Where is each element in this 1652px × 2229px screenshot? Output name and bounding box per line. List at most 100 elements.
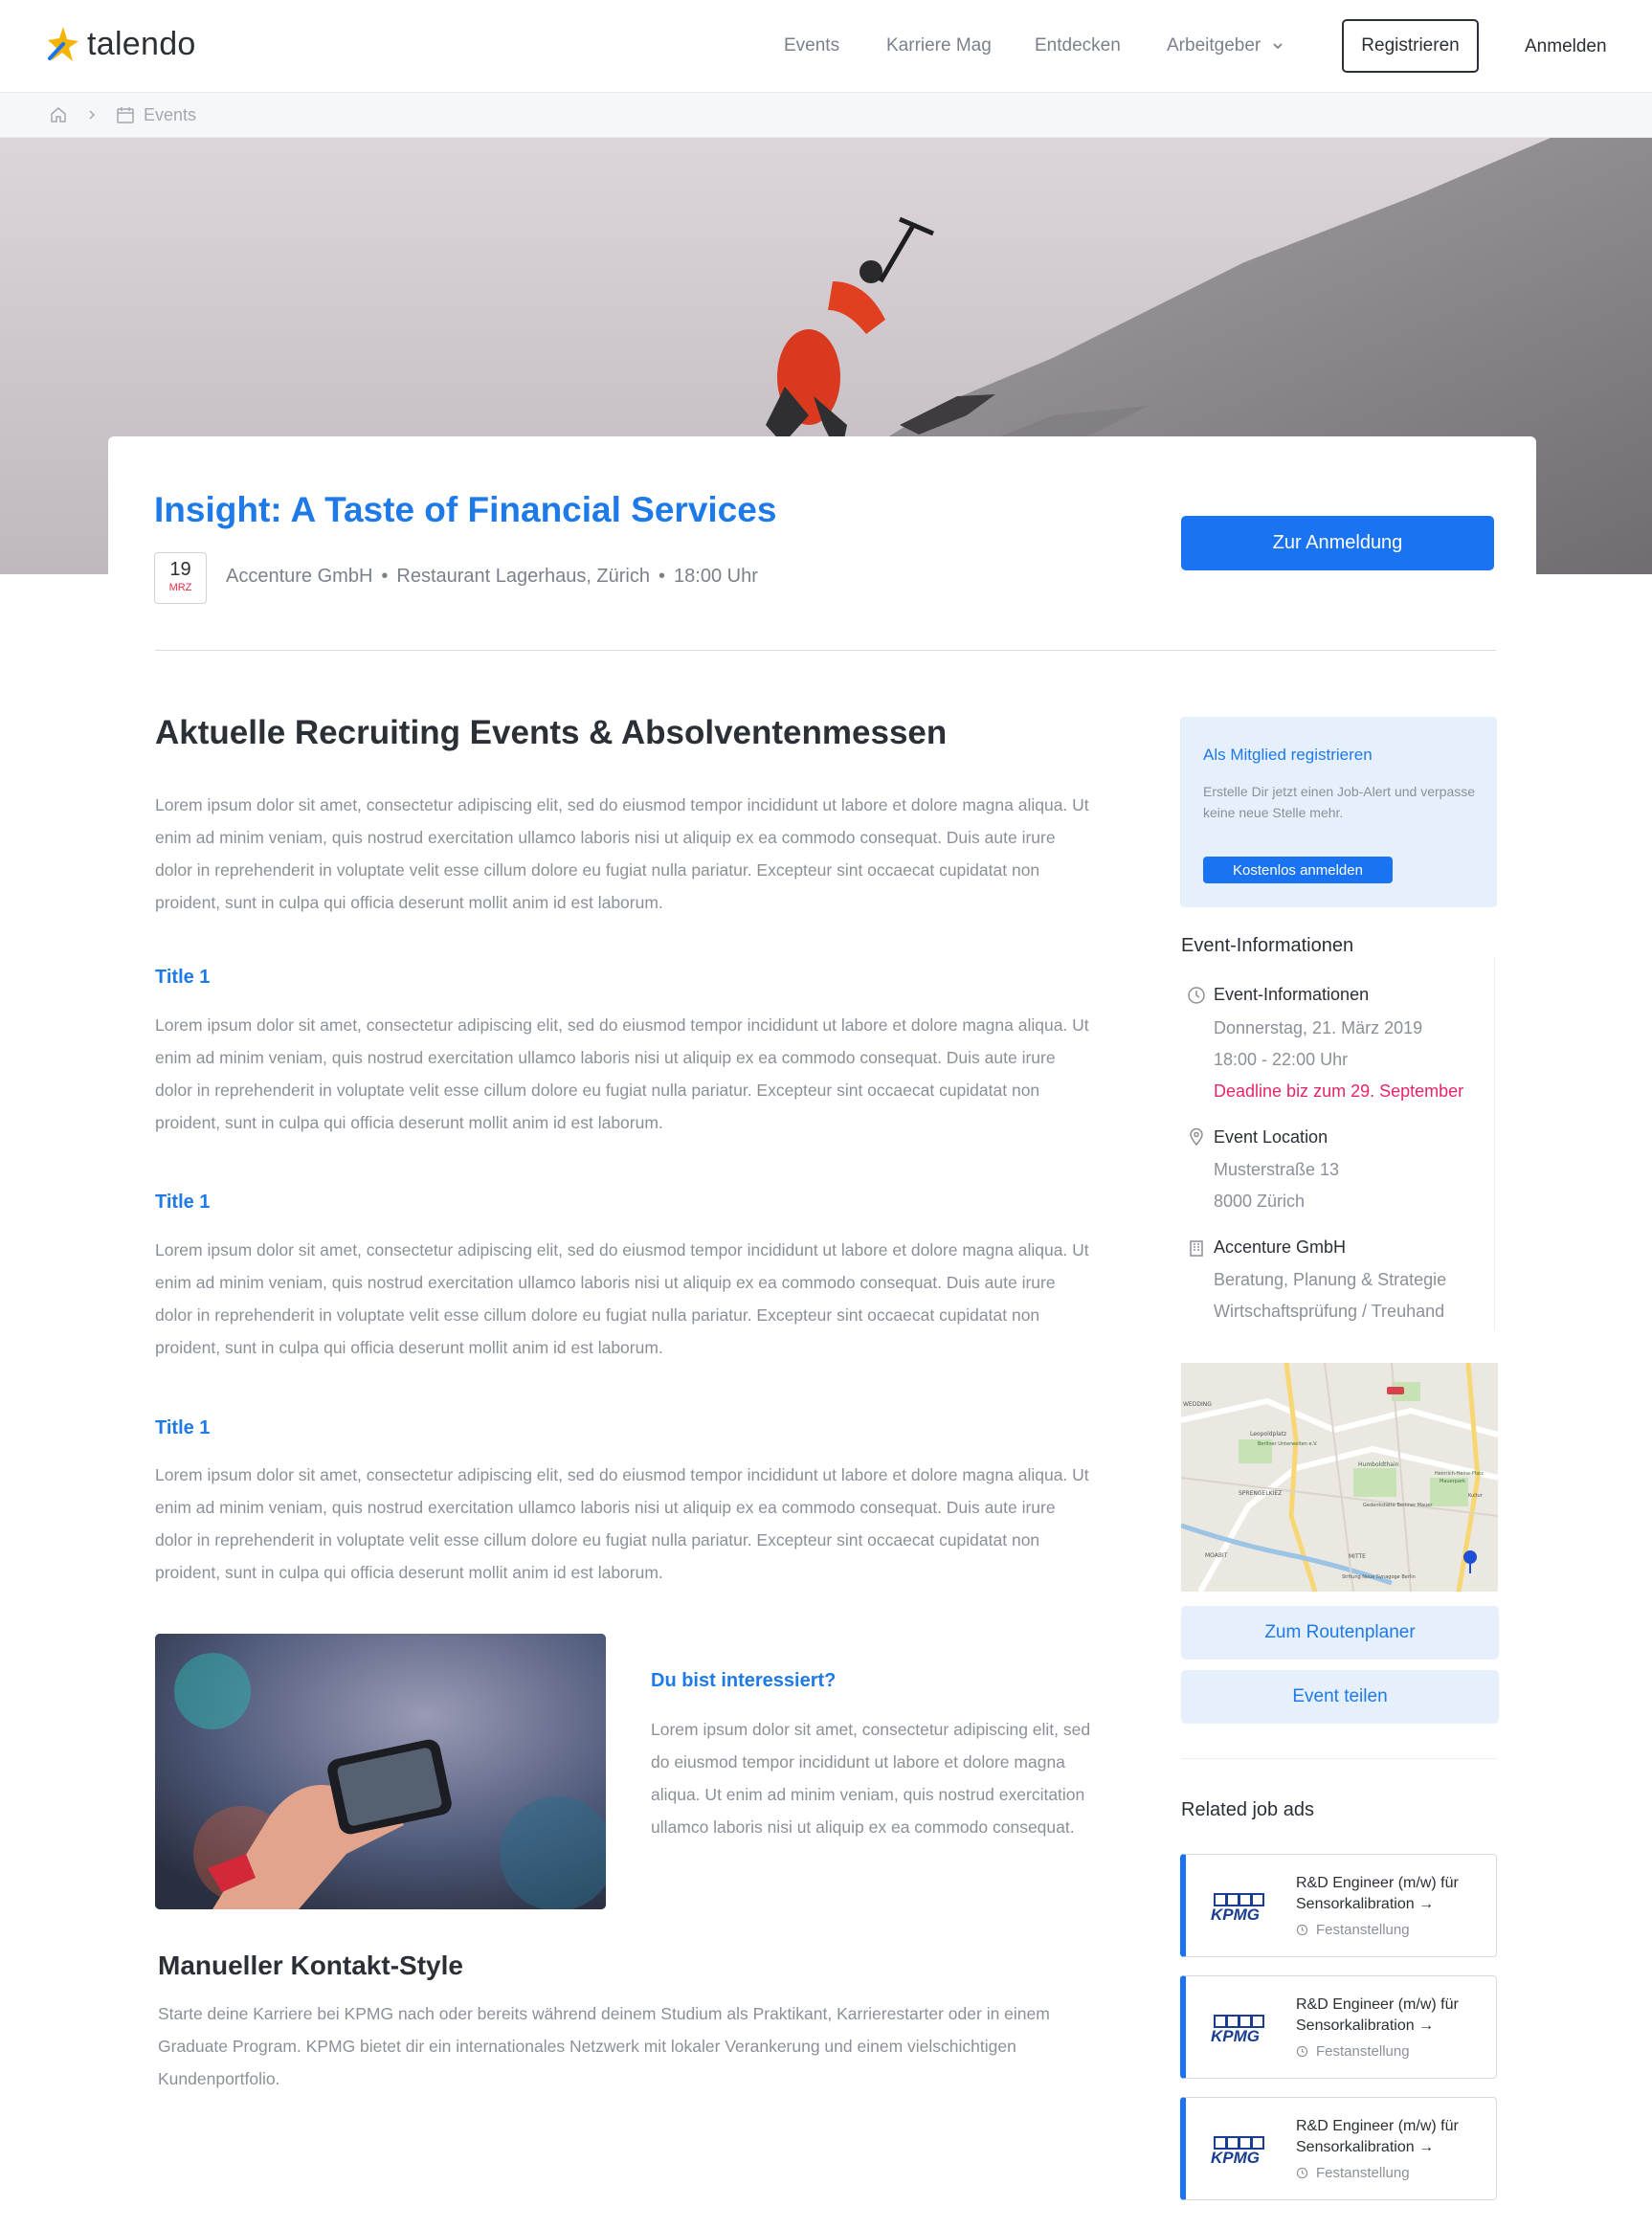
- event-info-heading: Event-Informationen: [1181, 935, 1354, 956]
- info-deadline: Deadline biz zum 29. September: [1214, 1081, 1464, 1101]
- job-title[interactable]: R&D Engineer (m/w) für Sensorkalibration…: [1296, 1873, 1487, 1915]
- calendar-icon: [117, 107, 134, 123]
- kpmg-logo: KPMG: [1211, 2136, 1264, 2167]
- section-title: Title 1: [155, 1192, 211, 1213]
- map-label: Mauerpark: [1440, 1479, 1465, 1484]
- section-divider: [155, 650, 1496, 651]
- date-day: 19: [169, 559, 191, 580]
- contact-text: Starte deine Karriere bei KPMG nach oder…: [158, 2004, 1050, 2088]
- info-industry: Beratung, Planung & Strategie: [1214, 1270, 1447, 1289]
- nav-events[interactable]: Events: [784, 35, 839, 56]
- nav-arbeitgeber-label: Arbeitgeber: [1167, 35, 1261, 56]
- info-divider: [1494, 957, 1495, 1330]
- section-paragraph: Lorem ipsum dolor sit amet, consectetur …: [155, 1465, 1089, 1582]
- job-title[interactable]: R&D Engineer (m/w) für Sensorkalibration…: [1296, 1995, 1487, 2037]
- job-card[interactable]: KPMG R&D Engineer (m/w) für Sensorkalibr…: [1180, 1854, 1497, 1957]
- info-city: 8000 Zürich: [1214, 1192, 1306, 1211]
- info-industry: Wirtschaftsprüfung / Treuhand: [1214, 1302, 1445, 1321]
- kpmg-logo: KPMG: [1211, 1893, 1264, 1924]
- promo-title[interactable]: Als Mitglied registrieren: [1203, 746, 1373, 765]
- info-hours: 18:00 - 22:00 Uhr: [1214, 1050, 1349, 1069]
- clock-icon: [1188, 987, 1205, 1004]
- intro-paragraph: Lorem ipsum dolor sit amet, consectetur …: [155, 795, 1089, 912]
- section-paragraph: Lorem ipsum dolor sit amet, consectetur …: [155, 1240, 1089, 1357]
- related-jobs-heading: Related job ads: [1181, 1799, 1314, 1820]
- event-meta: Accenture GmbH • Restaurant Lagerhaus, Z…: [226, 566, 758, 588]
- route-planner-button[interactable]: Zum Routenplaner: [1181, 1606, 1499, 1660]
- event-card: Insight: A Taste of Financial Services 1…: [108, 436, 1536, 651]
- clock-icon: [1296, 2167, 1308, 2179]
- breadcrumb-current[interactable]: Events: [144, 105, 196, 125]
- job-type: Festanstellung: [1296, 2043, 1410, 2060]
- section-title: Title 1: [155, 1417, 211, 1438]
- job-type-label: Festanstellung: [1316, 2043, 1410, 2060]
- contact-title: Manueller Kontakt-Style: [158, 1950, 463, 1980]
- info-date: Donnerstag, 21. März 2019: [1214, 1018, 1423, 1037]
- map-label: Leopoldplatz: [1250, 1431, 1286, 1438]
- date-month: MRZ: [168, 582, 192, 593]
- job-type-label: Festanstellung: [1316, 2165, 1410, 2181]
- building-icon: [1190, 1240, 1203, 1257]
- meta-separator: •: [381, 566, 389, 587]
- info-location-label: Event Location: [1214, 1127, 1328, 1147]
- chevron-right-icon: [89, 110, 96, 120]
- job-type: Festanstellung: [1296, 1922, 1410, 1938]
- job-type-label: Festanstellung: [1316, 1922, 1410, 1938]
- clock-icon: [1296, 1924, 1308, 1936]
- map-label: MITTE: [1349, 1553, 1366, 1560]
- event-title: Insight: A Taste of Financial Services: [154, 490, 777, 529]
- interest-text: Lorem ipsum dolor sit amet, consectetur …: [651, 1720, 1091, 1837]
- share-event-button[interactable]: Event teilen: [1181, 1670, 1499, 1724]
- job-type: Festanstellung: [1296, 2165, 1410, 2181]
- nav-arbeitgeber[interactable]: Arbeitgeber: [1167, 35, 1284, 56]
- map-label: WEDDING: [1183, 1401, 1212, 1408]
- event-location: Restaurant Lagerhaus, Zürich: [396, 566, 650, 587]
- job-title[interactable]: R&D Engineer (m/w) für Sensorkalibration…: [1296, 2116, 1487, 2158]
- breadcrumb: Events: [0, 93, 1652, 138]
- map-label: Berliner Unterwelten e.V.: [1258, 1441, 1318, 1447]
- job-card[interactable]: KPMG R&D Engineer (m/w) für Sensorkalibr…: [1180, 2097, 1497, 2200]
- main-heading: Aktuelle Recruiting Events & Absolventen…: [155, 714, 948, 751]
- kpmg-logo: KPMG: [1211, 2015, 1264, 2045]
- info-time-label: Event-Informationen: [1214, 985, 1370, 1004]
- clock-icon: [1296, 2045, 1308, 2058]
- nav-entdecken[interactable]: Entdecken: [1035, 35, 1121, 56]
- concert-photo: [155, 1634, 606, 1909]
- star-logo-icon: [48, 27, 78, 61]
- member-promo: Als Mitglied registrieren Erstelle Dir j…: [1180, 717, 1497, 907]
- brand-name: talendo: [87, 25, 196, 62]
- chevron-down-icon: [1273, 43, 1283, 50]
- kpmg-logo-text: KPMG: [1211, 2149, 1260, 2167]
- map-label: Heinrich-Heine-Platz: [1435, 1471, 1484, 1477]
- meta-separator: •: [659, 566, 666, 587]
- sidebar-divider: [1181, 1758, 1497, 1759]
- map-label: MOABIT: [1205, 1552, 1228, 1559]
- nav-karriere-mag[interactable]: Karriere Mag: [886, 35, 992, 56]
- map-label: Kultur: [1468, 1493, 1484, 1499]
- site-header: talendo Events Karriere Mag Entdecken Ar…: [0, 0, 1652, 93]
- interest-title: Du bist interessiert?: [651, 1670, 837, 1691]
- promo-text: Erstelle Dir jetzt einen Job-Alert und v…: [1203, 784, 1476, 820]
- map-label: SPRENGELKIEZ: [1239, 1490, 1282, 1497]
- register-button[interactable]: Registrieren: [1342, 19, 1479, 73]
- kpmg-logo-text: KPMG: [1211, 1906, 1260, 1924]
- location-map[interactable]: WEDDING Leopoldplatz Berliner Unterwelte…: [1181, 1363, 1498, 1592]
- job-card[interactable]: KPMG R&D Engineer (m/w) für Sensorkalibr…: [1180, 1975, 1497, 2079]
- section-paragraph: Lorem ipsum dolor sit amet, consectetur …: [155, 1015, 1089, 1132]
- map-label: Stiftung Neue Synagoge Berlin: [1342, 1574, 1416, 1580]
- info-street: Musterstraße 13: [1214, 1160, 1340, 1179]
- event-time: 18:00 Uhr: [674, 566, 758, 587]
- kpmg-logo-text: KPMG: [1211, 2027, 1260, 2045]
- event-company[interactable]: Accenture GmbH: [226, 566, 372, 588]
- signup-button[interactable]: Zur Anmeldung: [1181, 516, 1494, 570]
- home-icon[interactable]: [49, 105, 68, 124]
- login-link[interactable]: Anmelden: [1525, 36, 1607, 57]
- brand-logo[interactable]: talendo: [47, 25, 196, 63]
- free-signup-button[interactable]: Kostenlos anmelden: [1203, 857, 1393, 883]
- section-title: Title 1: [155, 967, 211, 988]
- date-badge: 19 MRZ: [154, 552, 207, 604]
- info-company[interactable]: Accenture GmbH: [1214, 1237, 1346, 1258]
- map-label: Humboldthain: [1358, 1461, 1399, 1468]
- map-label: Gedenkstätte Berliner Mauer: [1363, 1503, 1433, 1508]
- location-pin-icon: [1190, 1127, 1203, 1147]
